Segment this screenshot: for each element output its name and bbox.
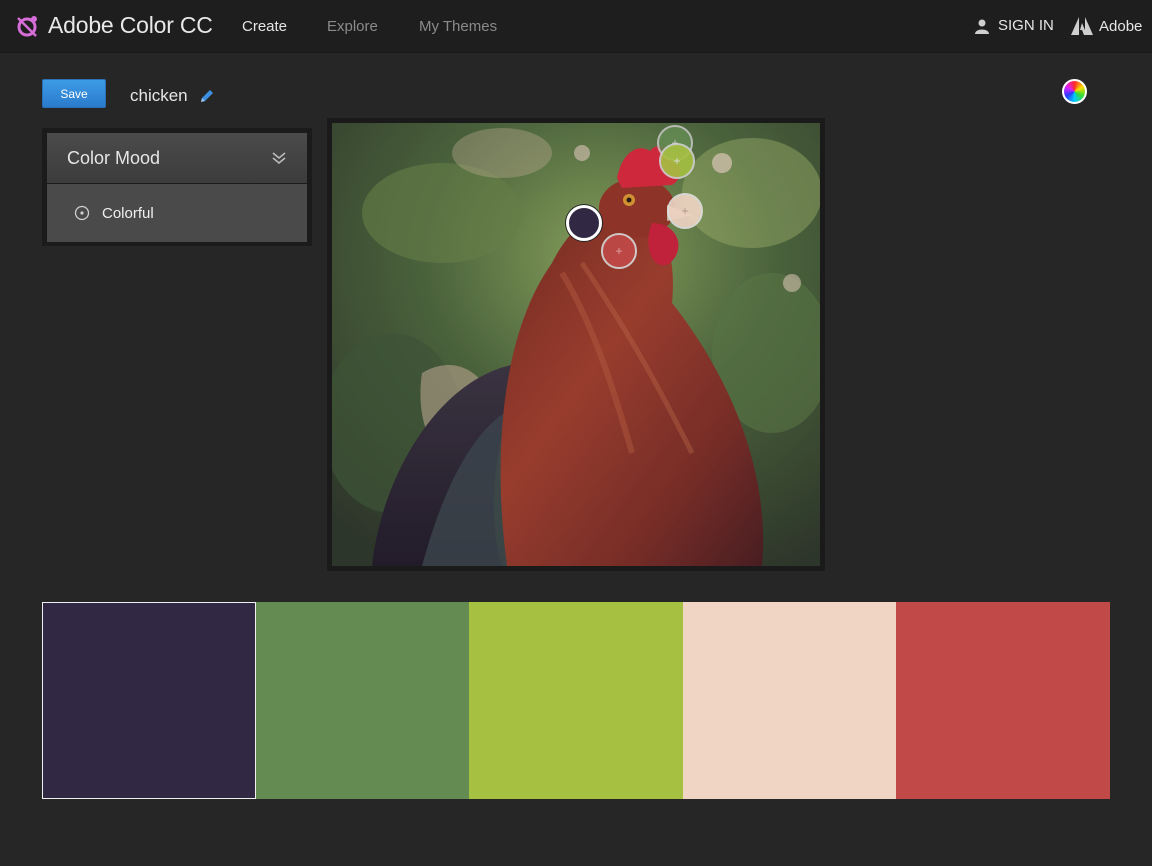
color-swatch-1[interactable]: [42, 602, 256, 799]
rooster-photo-image: [332, 123, 820, 566]
color-picker-4[interactable]: +: [667, 193, 703, 229]
mood-option-colorful[interactable]: Colorful: [47, 184, 307, 242]
user-icon: [975, 19, 989, 34]
adobe-link[interactable]: Adobe: [1071, 17, 1142, 35]
sign-in-label: SIGN IN: [998, 17, 1054, 34]
color-mood-title: Color Mood: [67, 147, 161, 168]
edit-pencil-icon[interactable]: [198, 87, 216, 105]
nav-create[interactable]: Create: [242, 18, 287, 35]
color-swatch-3[interactable]: [469, 602, 683, 799]
color-swatch-4[interactable]: [682, 602, 897, 799]
color-wheel-icon[interactable]: [1062, 79, 1087, 104]
photo-frame: + + + +: [327, 118, 825, 571]
color-mood-header[interactable]: Color Mood: [47, 133, 307, 183]
color-swatch-5[interactable]: [896, 602, 1110, 799]
radio-selected-icon: [74, 205, 90, 221]
color-swatch-row: [42, 602, 1110, 799]
top-nav-bar: Adobe Color CC Create Explore My Themes …: [0, 0, 1152, 53]
source-photo: + + + +: [332, 123, 820, 566]
adobe-logo-icon: [1071, 17, 1093, 35]
app-logo[interactable]: Adobe Color CC: [14, 12, 213, 39]
color-picker-3[interactable]: +: [659, 143, 695, 179]
sign-in-link[interactable]: SIGN IN: [974, 17, 1054, 34]
color-picker-1[interactable]: [566, 205, 602, 241]
mood-option-label: Colorful: [102, 204, 154, 222]
nav-my-themes[interactable]: My Themes: [419, 18, 497, 35]
nav-explore[interactable]: Explore: [327, 18, 378, 35]
adobe-color-logo-icon: [17, 15, 37, 37]
double-chevron-down-icon: [272, 152, 286, 165]
theme-name[interactable]: chicken: [130, 86, 188, 106]
color-swatch-2[interactable]: [255, 602, 470, 799]
color-picker-5[interactable]: +: [601, 233, 637, 269]
app-title: Adobe Color CC: [48, 12, 213, 38]
color-mood-panel: Color Mood Colorful: [42, 128, 312, 246]
save-button[interactable]: Save: [42, 79, 106, 108]
adobe-label: Adobe: [1099, 17, 1143, 35]
